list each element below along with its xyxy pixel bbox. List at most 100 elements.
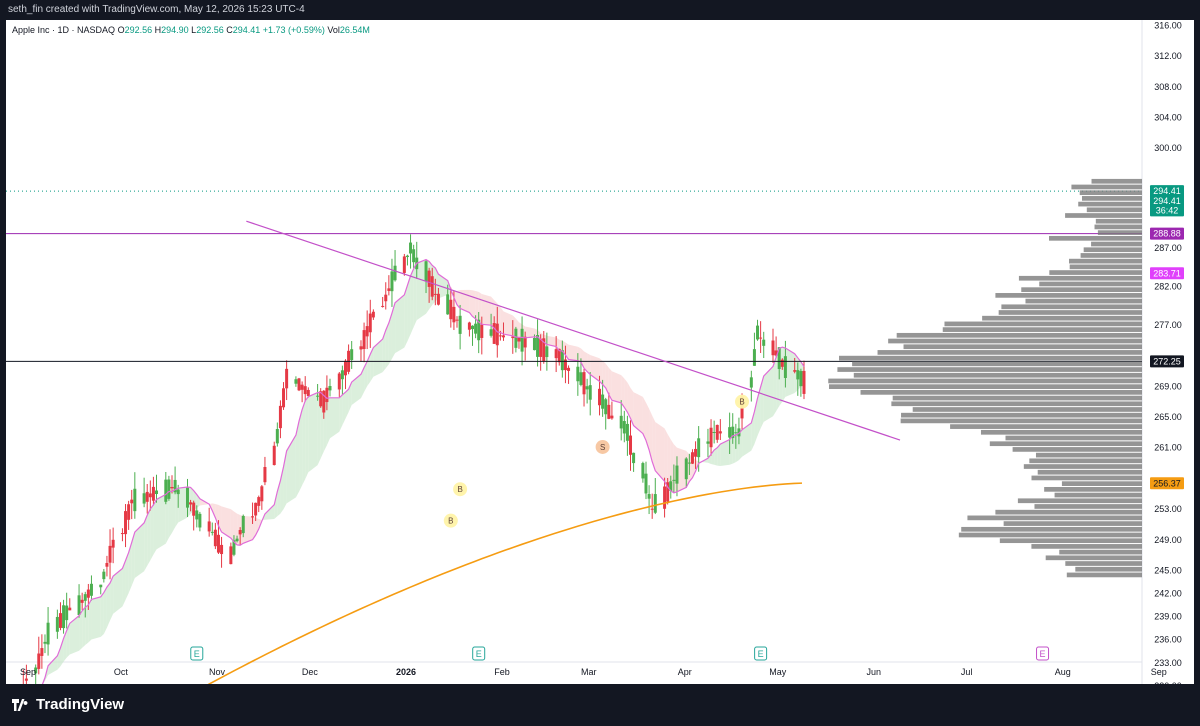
candle (393, 250, 397, 282)
earnings-event-icon[interactable]: E (472, 646, 486, 661)
chart-caption: seth_fin created with TradingView.com, M… (0, 0, 1200, 20)
earnings-event-icon[interactable]: E (190, 646, 204, 661)
chart-area[interactable]: B B S B 316.00 312.00 308.00 304.00 300.00 287.00… (6, 20, 1194, 726)
candle (65, 592, 69, 629)
candle (706, 428, 710, 458)
tradingview-logo-icon (12, 698, 28, 711)
y-tick-label: 253.00 (1154, 504, 1182, 514)
x-tick-label: Feb (494, 667, 510, 677)
candle (142, 477, 146, 508)
candle (641, 461, 645, 483)
signal-marker[interactable]: B (443, 513, 458, 528)
y-tick-label: 277.00 (1154, 320, 1182, 330)
candle (133, 472, 137, 519)
candle (167, 475, 171, 501)
svg-text:272.25: 272.25 (1153, 356, 1181, 366)
y-tick-label: 265.00 (1154, 412, 1182, 422)
y-tick-label: 269.00 (1154, 381, 1182, 391)
candle (263, 456, 267, 486)
signal-marker[interactable]: S (595, 439, 610, 454)
candle (148, 480, 152, 511)
y-tick-label: 304.00 (1154, 112, 1182, 122)
candle (282, 382, 286, 410)
candle (405, 254, 409, 266)
svg-text:E: E (758, 649, 764, 659)
symbol-name: Apple Inc · 1D · NASDAQ (12, 25, 116, 35)
signal-label: B (739, 398, 744, 407)
candle (294, 376, 298, 387)
candle (690, 449, 694, 465)
candle (198, 511, 202, 532)
candle (77, 584, 81, 618)
brand-name: TradingView (36, 696, 125, 713)
candle (80, 592, 84, 610)
candle (260, 485, 264, 510)
x-tick-label: Mar (581, 667, 597, 677)
open-label: O (117, 25, 125, 35)
candle (762, 331, 766, 359)
candle (127, 500, 131, 530)
candle (278, 400, 282, 439)
y-tick-label: 287.00 (1154, 243, 1182, 253)
candle (319, 388, 323, 408)
candle (68, 598, 72, 611)
candle (368, 299, 372, 348)
svg-text:283.71: 283.71 (1153, 268, 1181, 278)
price-label-badge: 36:42 (1150, 204, 1184, 217)
candle (220, 536, 224, 568)
candle (46, 607, 50, 656)
candle (164, 471, 168, 505)
close-value: 294.41 (232, 25, 261, 35)
candle (384, 282, 388, 310)
y-tick-label: 245.00 (1154, 566, 1182, 576)
candle (632, 452, 636, 472)
candle (381, 296, 385, 308)
svg-text:288.88: 288.88 (1153, 229, 1181, 239)
candle (347, 344, 351, 375)
candle (210, 522, 214, 536)
candle (328, 378, 332, 397)
candle (582, 368, 586, 407)
candle (409, 234, 413, 269)
x-tick-label: Apr (678, 667, 692, 677)
candle (285, 360, 289, 401)
y-tick-label: 249.00 (1154, 535, 1182, 545)
candle (718, 419, 722, 441)
signal-label: S (600, 443, 605, 452)
candle (771, 328, 775, 363)
price-label-badge: 283.71 (1150, 267, 1184, 280)
y-tick-label: 312.00 (1154, 51, 1182, 61)
candle (43, 634, 47, 654)
candle (455, 316, 459, 328)
svg-text:E: E (194, 649, 200, 659)
candle (709, 419, 713, 456)
x-tick-label: May (769, 667, 787, 677)
candle (458, 304, 462, 350)
earnings-event-icon[interactable]: E (1036, 646, 1050, 661)
candle (62, 599, 66, 634)
candle (390, 258, 394, 307)
candle (108, 529, 112, 580)
y-tick-label: 242.00 (1154, 589, 1182, 599)
x-tick-label: Oct (114, 667, 129, 677)
tradingview-brand[interactable]: TradingView (12, 696, 124, 713)
ma-slow-line (132, 482, 803, 726)
x-tick-label: Sep (20, 667, 36, 677)
price-chart[interactable]: B B S B 316.00 312.00 308.00 304.00 300.00 287.00… (6, 20, 1194, 726)
candle (387, 275, 391, 296)
signal-marker[interactable]: B (453, 482, 468, 497)
candle (55, 609, 59, 639)
footer-bar: TradingView (0, 684, 1200, 726)
candle (207, 507, 211, 537)
earnings-event-icon[interactable]: E (754, 646, 768, 661)
candle (756, 319, 760, 341)
candle (625, 415, 629, 456)
candle (588, 372, 592, 416)
candle (604, 397, 608, 430)
candle (715, 424, 719, 443)
candle (229, 542, 233, 565)
signal-marker[interactable]: B (735, 394, 750, 409)
change-value: +1.73 (+0.59%) (262, 25, 325, 35)
candle (402, 253, 406, 276)
candle (517, 336, 521, 349)
